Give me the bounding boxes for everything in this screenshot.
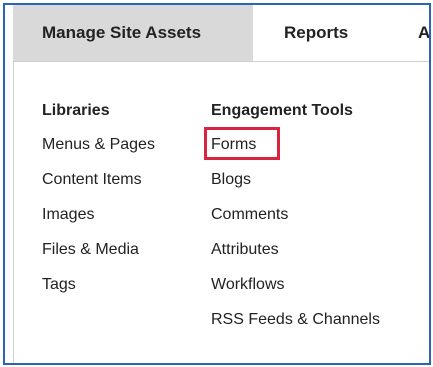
libraries-heading: Libraries bbox=[42, 102, 110, 119]
libraries-column: Libraries Menus & Pages Content Items Im… bbox=[42, 102, 155, 311]
menu-item-tags[interactable]: Tags bbox=[42, 276, 155, 294]
menu-item-content-items[interactable]: Content Items bbox=[42, 171, 155, 189]
menu-item-workflows[interactable]: Workflows bbox=[211, 276, 380, 294]
tab-admin[interactable]: Ad bbox=[418, 5, 429, 61]
screenshot-frame: Manage Site Assets Reports Ad Libraries … bbox=[3, 3, 431, 365]
menu-item-rss-feeds-channels[interactable]: RSS Feeds & Channels bbox=[211, 311, 380, 329]
menu-item-attributes[interactable]: Attributes bbox=[211, 241, 380, 259]
menu-item-forms-label: Forms bbox=[211, 136, 257, 153]
top-nav-tabs: Manage Site Assets Reports Ad bbox=[5, 5, 429, 61]
engagement-tools-column: Engagement Tools Forms Blogs Comments At… bbox=[204, 102, 380, 346]
menu-item-comments[interactable]: Comments bbox=[211, 206, 380, 224]
menu-item-files-media[interactable]: Files & Media bbox=[42, 241, 155, 259]
menu-item-forms[interactable]: Forms bbox=[204, 127, 380, 160]
menu-item-images[interactable]: Images bbox=[42, 206, 155, 224]
menu-item-menus-pages[interactable]: Menus & Pages bbox=[42, 136, 155, 154]
menu-item-blogs[interactable]: Blogs bbox=[211, 171, 380, 189]
tab-reports[interactable]: Reports bbox=[284, 5, 348, 61]
manage-site-assets-menu: Libraries Menus & Pages Content Items Im… bbox=[13, 62, 429, 363]
engagement-tools-heading: Engagement Tools bbox=[211, 102, 353, 119]
tab-manage-site-assets[interactable]: Manage Site Assets bbox=[13, 5, 253, 61]
